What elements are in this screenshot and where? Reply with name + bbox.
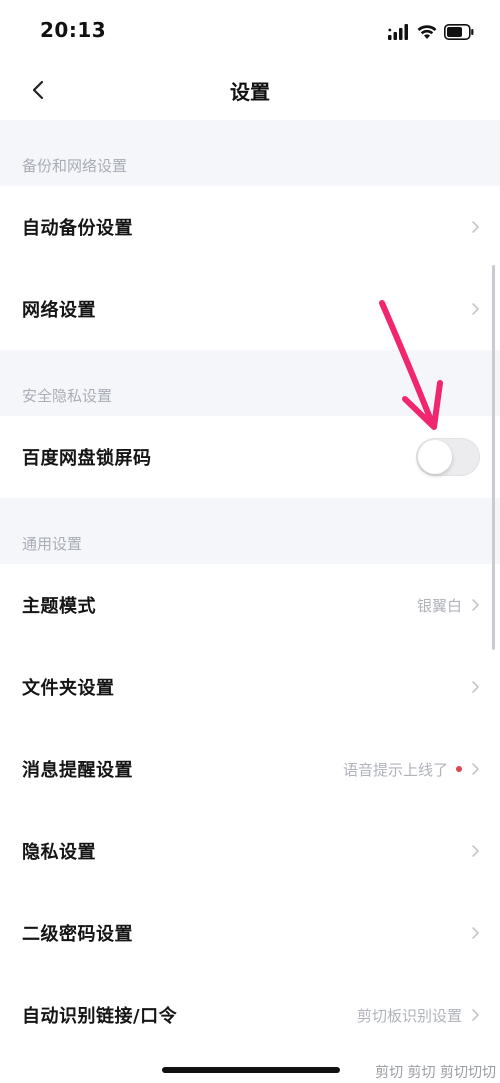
toggle-knob	[418, 440, 452, 474]
chevron-right-icon	[472, 303, 479, 315]
row-label: 自动备份设置	[22, 218, 133, 239]
settings-row-folder[interactable]: 文件夹设置	[0, 646, 500, 728]
battery-icon	[444, 24, 474, 40]
row-label: 二级密码设置	[22, 924, 133, 945]
row-value: 银翼白	[416, 596, 462, 615]
signal-icon	[388, 24, 408, 40]
chevron-right-icon	[472, 221, 479, 233]
row-label: 消息提醒设置	[22, 760, 133, 781]
section-title: 通用设置	[22, 535, 83, 553]
home-indicator	[162, 1067, 340, 1073]
row-label: 自动识别链接/口令	[22, 1006, 178, 1027]
chevron-right-icon	[472, 927, 479, 939]
page-title: 设置	[230, 80, 270, 104]
row-label: 网络设置	[22, 300, 96, 321]
scrollbar[interactable]	[492, 265, 495, 650]
settings-row-secondary-password[interactable]: 二级密码设置	[0, 892, 500, 974]
section-title: 备份和网络设置	[22, 157, 128, 175]
row-value: 剪切板识别设置	[356, 1006, 462, 1025]
settings-list: 备份和网络设置 自动备份设置 网络设置 安全隐私设置 百度网盘锁屏码 通用设置 …	[0, 120, 500, 1056]
settings-row-link-recognition[interactable]: 自动识别链接/口令 剪切板识别设置	[0, 974, 500, 1056]
section-header-backup-network: 备份和网络设置	[0, 120, 500, 186]
nav-bar: 设置	[0, 64, 500, 120]
lock-screen-toggle[interactable]	[416, 438, 480, 476]
row-value: 语音提示上线了	[342, 760, 448, 779]
chevron-right-icon	[472, 1009, 479, 1021]
notification-dot	[456, 766, 462, 772]
footer-overlay-text: 剪切 剪切 剪切切切	[375, 1065, 496, 1081]
status-icons	[388, 20, 474, 44]
row-label: 文件夹设置	[22, 678, 115, 699]
settings-row-notifications[interactable]: 消息提醒设置 语音提示上线了	[0, 728, 500, 810]
settings-row-theme-mode[interactable]: 主题模式 银翼白	[0, 564, 500, 646]
section-title: 安全隐私设置	[22, 387, 113, 405]
chevron-right-icon	[472, 845, 479, 857]
wifi-icon	[417, 25, 437, 39]
row-label: 百度网盘锁屏码	[22, 448, 152, 469]
row-label: 主题模式	[22, 596, 96, 617]
status-time: 20:13	[40, 18, 107, 42]
annotation-arrow-icon	[379, 300, 443, 430]
settings-row-auto-backup[interactable]: 自动备份设置	[0, 186, 500, 268]
chevron-right-icon	[472, 681, 479, 693]
section-header-general: 通用设置	[0, 498, 500, 564]
status-bar: 20:13	[0, 0, 500, 64]
row-label: 隐私设置	[22, 842, 96, 863]
settings-row-privacy[interactable]: 隐私设置	[0, 810, 500, 892]
chevron-right-icon	[472, 599, 479, 611]
chevron-right-icon	[472, 763, 479, 775]
